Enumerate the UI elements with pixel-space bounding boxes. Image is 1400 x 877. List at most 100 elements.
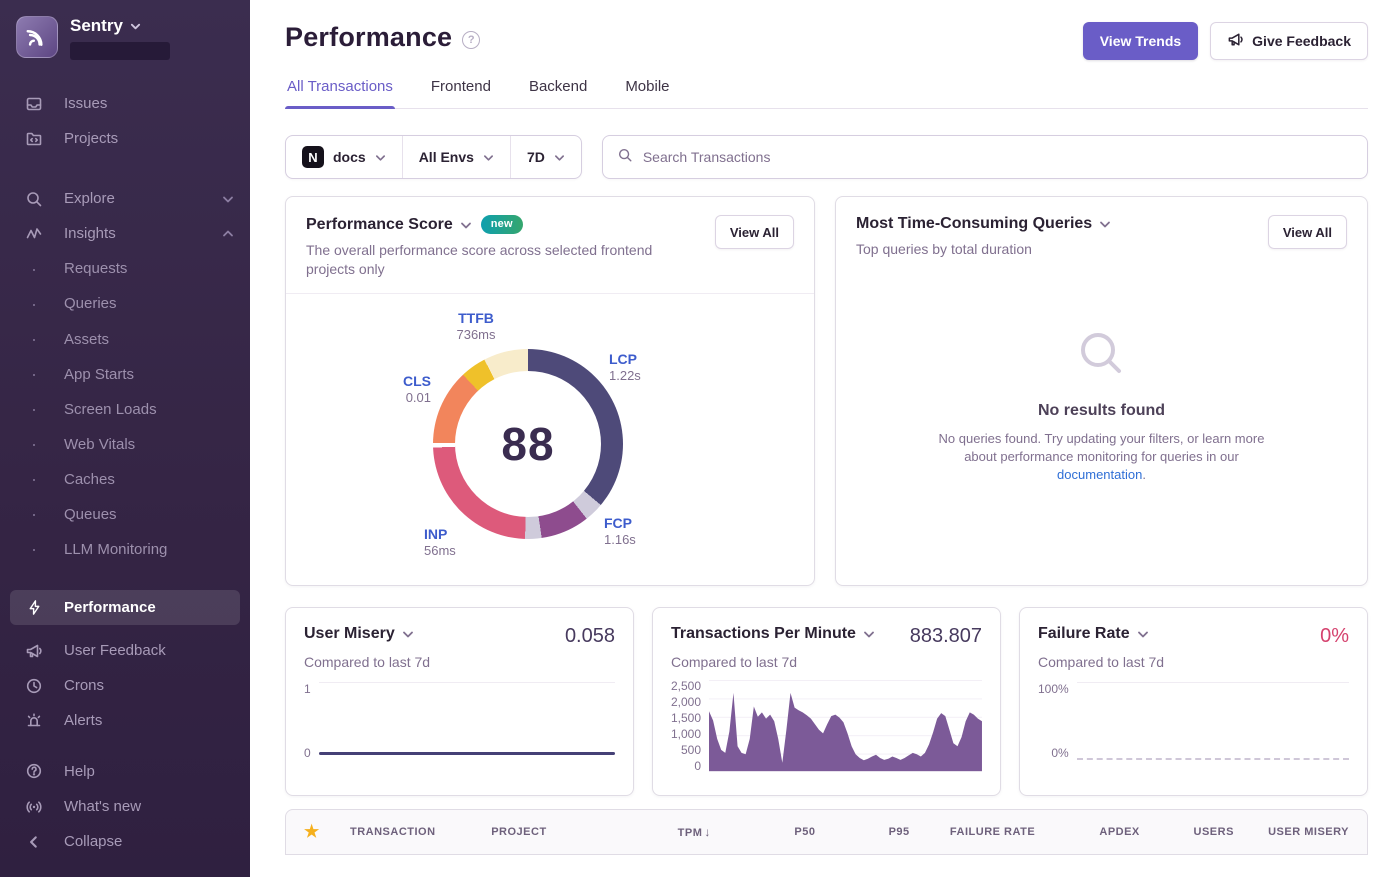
sidebar-item-caches[interactable]: ·Caches	[0, 462, 250, 497]
performance-tabs: All Transactions Frontend Backend Mobile	[285, 78, 1368, 109]
y-tick: 1,000	[671, 728, 701, 740]
page-filter-bar: N docs All Envs 7D	[285, 135, 582, 179]
sidebar-item-label: Insights	[64, 225, 222, 242]
sidebar-item-issues[interactable]: Issues	[0, 86, 250, 121]
y-tick: 500	[681, 744, 701, 756]
y-tick: 100%	[1038, 682, 1069, 696]
column-failure-rate[interactable]: FAILURE RATE	[910, 826, 1036, 838]
sidebar-item-label: Projects	[64, 130, 234, 147]
vital-cls: CLS 0.01	[356, 373, 431, 407]
y-tick: 0%	[1051, 746, 1068, 760]
column-apdex[interactable]: APDEX	[1035, 826, 1140, 838]
tab-all-transactions[interactable]: All Transactions	[285, 78, 395, 108]
siren-icon	[24, 711, 44, 731]
bullet-icon: ·	[24, 505, 44, 523]
tab-frontend[interactable]: Frontend	[429, 78, 493, 108]
column-transaction[interactable]: TRANSACTION	[350, 826, 491, 838]
tpm-value: 883.807	[910, 625, 982, 648]
chevron-down-icon	[222, 193, 234, 205]
failure-rate-title[interactable]: Failure Rate	[1038, 625, 1149, 643]
search-transactions-box[interactable]	[602, 135, 1368, 179]
sidebar-item-whats-new[interactable]: What's new	[0, 789, 250, 824]
performance-score-panel: Performance Score new The overall perfor…	[285, 196, 815, 586]
sidebar-item-alerts[interactable]: Alerts	[0, 703, 250, 738]
column-tpm[interactable]: TPM↓	[606, 825, 711, 839]
performance-score-title[interactable]: Performance Score	[306, 216, 472, 234]
brand-name: Sentry	[70, 16, 123, 36]
column-p50[interactable]: P50	[711, 826, 816, 838]
view-all-button[interactable]: View All	[715, 215, 794, 249]
sidebar-item-assets[interactable]: ·Assets	[0, 321, 250, 356]
column-user-misery[interactable]: USER MISERY	[1234, 826, 1349, 838]
sidebar-item-label: Alerts	[64, 712, 234, 729]
sidebar-item-label: User Feedback	[64, 642, 234, 659]
y-tick: 2,500	[671, 680, 701, 692]
sidebar-item-queues[interactable]: ·Queues	[0, 497, 250, 532]
tpm-subtitle: Compared to last 7d	[671, 654, 982, 670]
sidebar-item-llm-monitoring[interactable]: · LLM Monitoring	[0, 532, 250, 567]
column-project[interactable]: PROJECT	[491, 826, 606, 838]
sidebar-item-label: Explore	[64, 190, 222, 207]
help-circle-icon[interactable]: ?	[462, 31, 480, 49]
clock-icon	[24, 676, 44, 696]
user-misery-card: User Misery 0.058 Compared to last 7d 1 …	[285, 607, 634, 796]
sidebar-item-performance[interactable]: Performance	[10, 590, 240, 625]
chevron-up-icon	[222, 228, 234, 240]
sidebar-item-label: LLM Monitoring	[64, 541, 167, 558]
star-icon[interactable]: ★	[304, 822, 350, 842]
sidebar-collapse-button[interactable]: Collapse	[0, 824, 250, 859]
issues-icon	[24, 94, 44, 114]
tpm-area-svg	[709, 680, 982, 772]
chevron-down-icon	[130, 21, 141, 32]
sidebar-item-screen-loads[interactable]: ·Screen Loads	[0, 392, 250, 427]
environment-selector[interactable]: All Envs	[402, 136, 510, 178]
view-all-button[interactable]: View All	[1268, 215, 1347, 249]
lightning-icon	[24, 598, 44, 618]
tab-backend[interactable]: Backend	[527, 78, 589, 108]
sidebar-item-projects[interactable]: Projects	[0, 121, 250, 156]
web-vitals-donut-chart: 88 TTFB 736ms LCP 1.22s CLS 0.01	[286, 294, 814, 585]
sidebar-item-requests[interactable]: ·Requests	[0, 251, 250, 286]
column-users[interactable]: USERS	[1140, 826, 1234, 838]
y-tick: 0	[694, 760, 701, 772]
search-transactions-input[interactable]	[643, 149, 1353, 165]
page-title: Performance ?	[285, 22, 480, 53]
bullet-icon: ·	[24, 435, 44, 453]
projects-icon	[24, 129, 44, 149]
tpm-card: Transactions Per Minute 883.807 Compared…	[652, 607, 1001, 796]
performance-score-value: 88	[501, 417, 554, 471]
chevron-left-icon	[24, 832, 44, 852]
sidebar-item-queries[interactable]: ·Queries	[0, 286, 250, 321]
sidebar-item-label: App Starts	[64, 366, 134, 383]
failure-rate-series-line	[1077, 758, 1349, 760]
sidebar-item-crons[interactable]: Crons	[0, 668, 250, 703]
megaphone-icon	[1227, 31, 1244, 51]
column-p95[interactable]: P95	[816, 826, 910, 838]
sidebar-item-user-feedback[interactable]: User Feedback	[0, 633, 250, 668]
failure-rate-value: 0%	[1320, 625, 1349, 648]
webvitals-ring[interactable]: 88	[433, 349, 623, 539]
transactions-table: ★ TRANSACTION PROJECT TPM↓ P50 P95 FAILU…	[285, 809, 1368, 855]
sentry-logo-icon[interactable]	[16, 16, 58, 58]
give-feedback-button[interactable]: Give Feedback	[1210, 22, 1368, 60]
bullet-icon: ·	[24, 540, 44, 558]
sidebar-item-help[interactable]: Help	[0, 754, 250, 789]
project-platform-icon: N	[302, 146, 324, 168]
queries-panel-title[interactable]: Most Time-Consuming Queries	[856, 215, 1111, 233]
view-trends-button[interactable]: View Trends	[1083, 22, 1198, 60]
user-misery-title[interactable]: User Misery	[304, 625, 414, 643]
tpm-title[interactable]: Transactions Per Minute	[671, 625, 875, 643]
documentation-link[interactable]: documentation	[1057, 467, 1142, 482]
new-badge: new	[481, 215, 523, 234]
project-selector[interactable]: N docs	[286, 136, 402, 178]
sidebar-item-web-vitals[interactable]: ·Web Vitals	[0, 427, 250, 462]
sidebar-item-label: Screen Loads	[64, 401, 157, 418]
org-switcher[interactable]: Sentry	[0, 16, 250, 60]
tab-mobile[interactable]: Mobile	[623, 78, 671, 108]
sidebar-item-explore[interactable]: Explore	[0, 181, 250, 216]
sidebar-item-label: Caches	[64, 471, 115, 488]
sidebar-item-label: Performance	[64, 599, 156, 616]
sidebar-item-app-starts[interactable]: ·App Starts	[0, 357, 250, 392]
sidebar-item-insights[interactable]: Insights	[0, 216, 250, 251]
date-range-selector[interactable]: 7D	[510, 136, 581, 178]
